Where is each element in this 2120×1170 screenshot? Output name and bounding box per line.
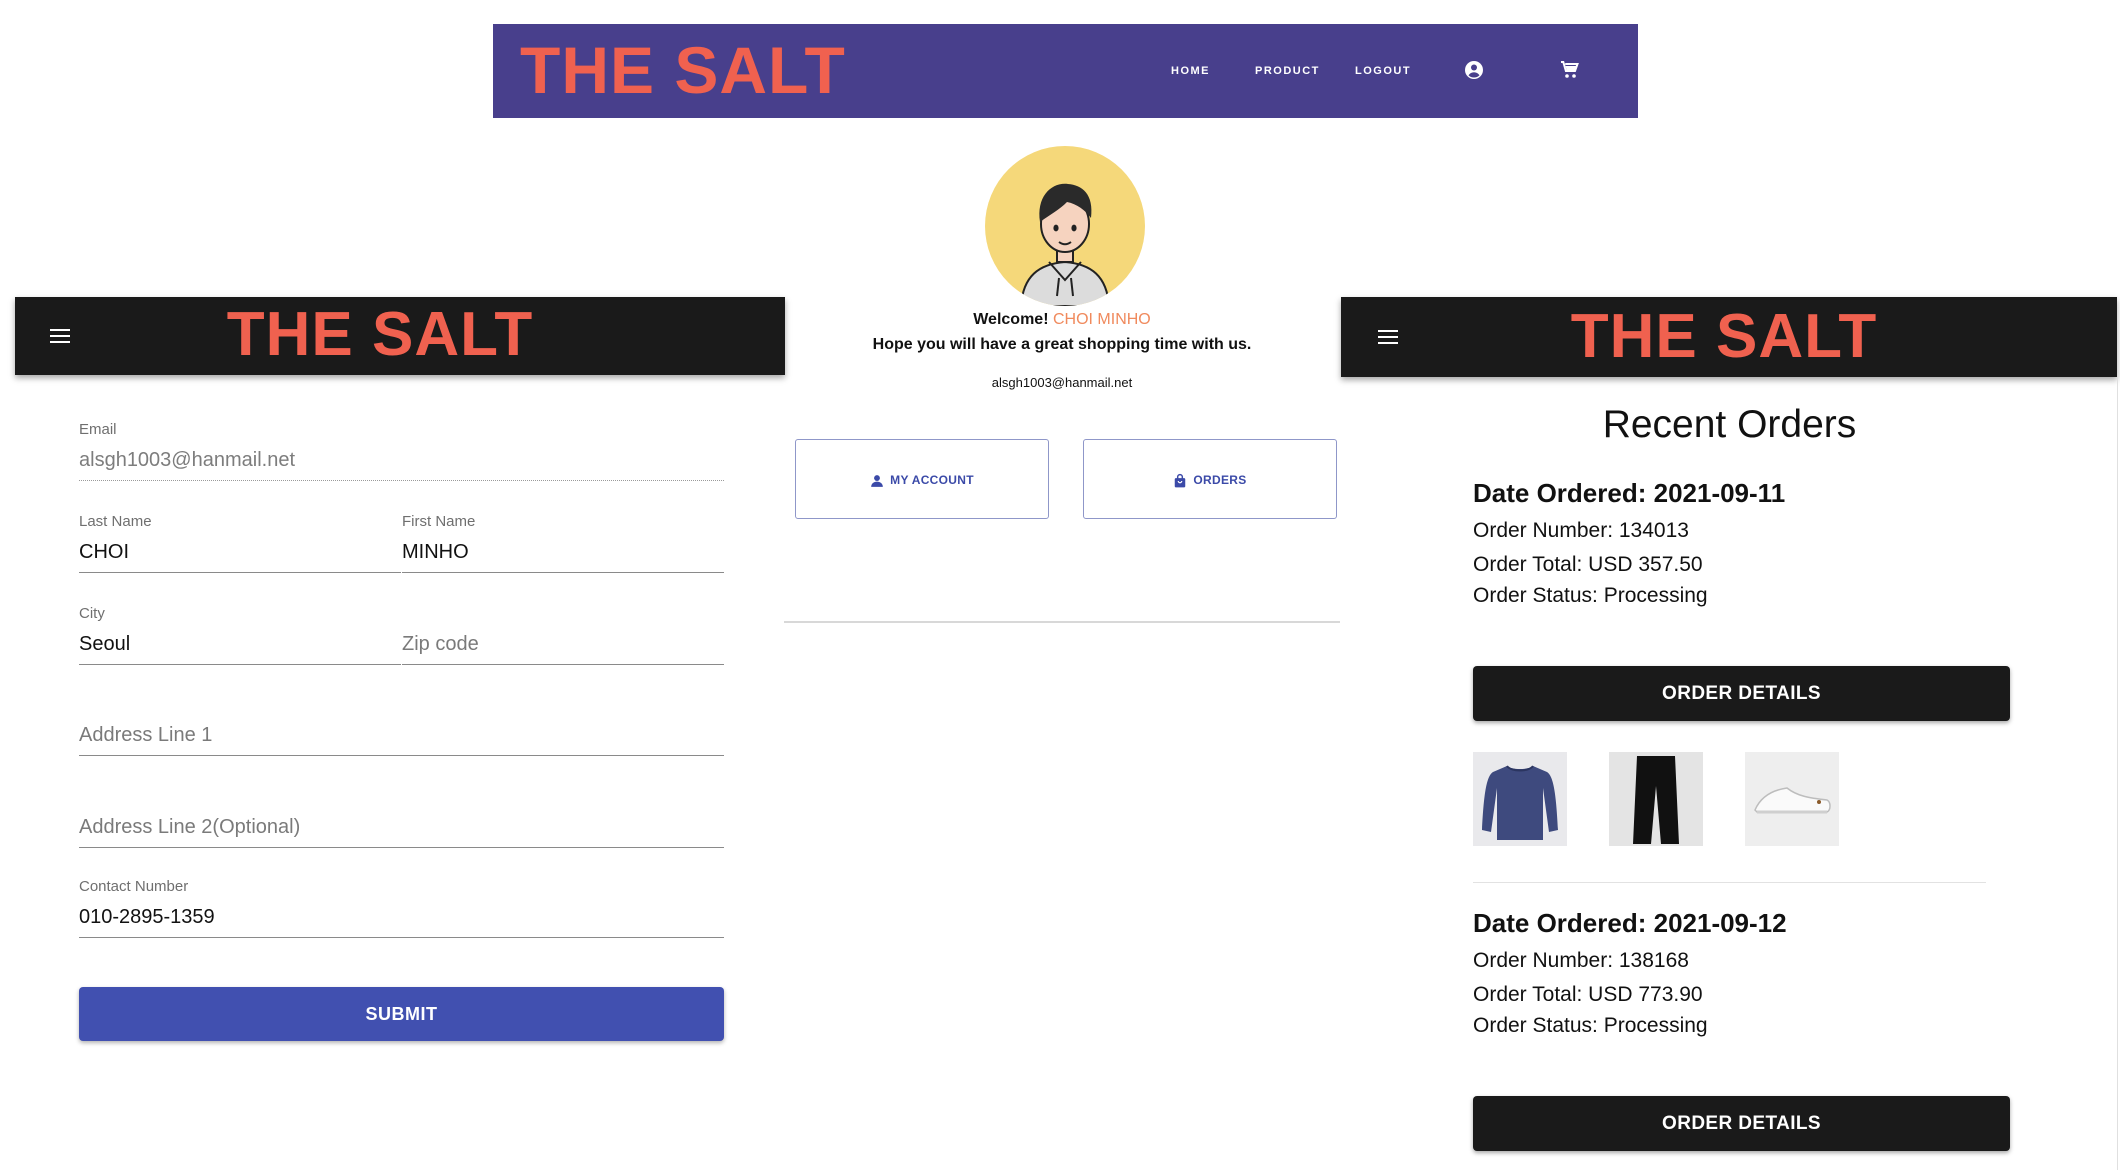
nav-home-link[interactable]: HOME xyxy=(1171,24,1210,118)
welcome-tagline: Hope you will have a great shopping time… xyxy=(872,336,1252,353)
order-details-button[interactable]: ORDER DETAILS xyxy=(1473,666,2010,721)
contact-number-field[interactable]: 010-2895-1359 xyxy=(79,906,215,929)
order-total: Order Total: USD 357.50 xyxy=(1473,553,1703,576)
user-name: CHOI MINHO xyxy=(1052,311,1151,328)
first-name-underline xyxy=(402,572,724,573)
order-number: Order Number: 134013 xyxy=(1473,519,1689,542)
top-navbar: THE SALT HOME PRODUCT LOGOUT xyxy=(493,24,1638,118)
city-underline xyxy=(79,664,401,665)
orders-label: ORDERS xyxy=(1193,473,1247,487)
last-name-label: Last Name xyxy=(79,513,152,530)
my-account-label: MY ACCOUNT xyxy=(890,473,974,487)
cart-icon[interactable] xyxy=(1558,58,1582,82)
product-thumbnail-pants[interactable] xyxy=(1609,752,1703,846)
city-label: City xyxy=(79,605,105,622)
submit-button[interactable]: SUBMIT xyxy=(79,987,724,1041)
mobile-header-right: THE SALT xyxy=(1341,297,2117,377)
order-status: Order Status: Processing xyxy=(1473,584,1708,607)
sneaker-icon xyxy=(1754,787,1831,814)
contact-number-underline xyxy=(79,937,724,938)
welcome-prefix: Welcome! xyxy=(973,311,1049,328)
contact-number-label: Contact Number xyxy=(79,878,189,895)
recent-orders-heading: Recent Orders xyxy=(1602,403,1857,446)
zip-code-underline xyxy=(402,664,724,665)
last-name-underline xyxy=(79,572,401,573)
nav-product-link[interactable]: PRODUCT xyxy=(1255,24,1320,118)
brand-logo[interactable]: THE SALT xyxy=(1331,297,2117,377)
brand-logo[interactable]: THE SALT xyxy=(0,297,785,373)
center-divider xyxy=(784,621,1340,623)
person-icon xyxy=(871,474,883,487)
email-field[interactable]: alsgh1003@hanmail.net xyxy=(79,449,295,472)
orders-button[interactable]: ORDERS xyxy=(1083,439,1337,519)
account-circle-icon[interactable] xyxy=(1462,58,1486,82)
email-underline xyxy=(79,480,724,481)
welcome-message: Welcome! CHOI MINHO xyxy=(784,311,1340,329)
address-line-1-field[interactable]: Address Line 1 xyxy=(79,724,212,747)
order-date: Date Ordered: 2021-09-11 xyxy=(1473,478,1786,508)
city-field[interactable]: Seoul xyxy=(79,633,130,656)
brand-logo[interactable]: THE SALT xyxy=(520,30,846,110)
order-divider xyxy=(1473,882,1986,883)
order-status: Order Status: Processing xyxy=(1473,1014,1708,1037)
product-thumbnail-sweater[interactable] xyxy=(1473,752,1567,846)
order-number: Order Number: 138168 xyxy=(1473,949,1689,972)
address-line-2-field[interactable]: Address Line 2(Optional) xyxy=(79,816,300,839)
last-name-field[interactable]: CHOI xyxy=(79,541,129,564)
nav-logout-link[interactable]: LOGOUT xyxy=(1355,24,1411,118)
right-panel-edge xyxy=(2117,377,2118,1170)
order-total: Order Total: USD 773.90 xyxy=(1473,983,1703,1006)
zip-code-field[interactable]: Zip code xyxy=(402,633,479,656)
avatar-illustration-icon xyxy=(1019,183,1111,306)
first-name-field[interactable]: MINHO xyxy=(402,541,469,564)
user-email: alsgh1003@hanmail.net xyxy=(991,375,1133,390)
product-thumbnail-sneakers[interactable] xyxy=(1745,752,1839,846)
order-date: Date Ordered: 2021-09-12 xyxy=(1473,908,1787,938)
address-line-1-underline xyxy=(79,755,724,756)
sweater-icon xyxy=(1482,765,1558,840)
mobile-header-left: THE SALT xyxy=(15,297,785,375)
pants-icon xyxy=(1633,756,1679,844)
order-details-button[interactable]: ORDER DETAILS xyxy=(1473,1096,2010,1151)
email-label: Email xyxy=(79,421,117,438)
first-name-label: First Name xyxy=(402,513,476,530)
my-account-button[interactable]: MY ACCOUNT xyxy=(795,439,1049,519)
shopping-bag-icon xyxy=(1175,473,1186,488)
address-line-2-underline xyxy=(79,847,724,848)
user-avatar xyxy=(985,146,1145,306)
